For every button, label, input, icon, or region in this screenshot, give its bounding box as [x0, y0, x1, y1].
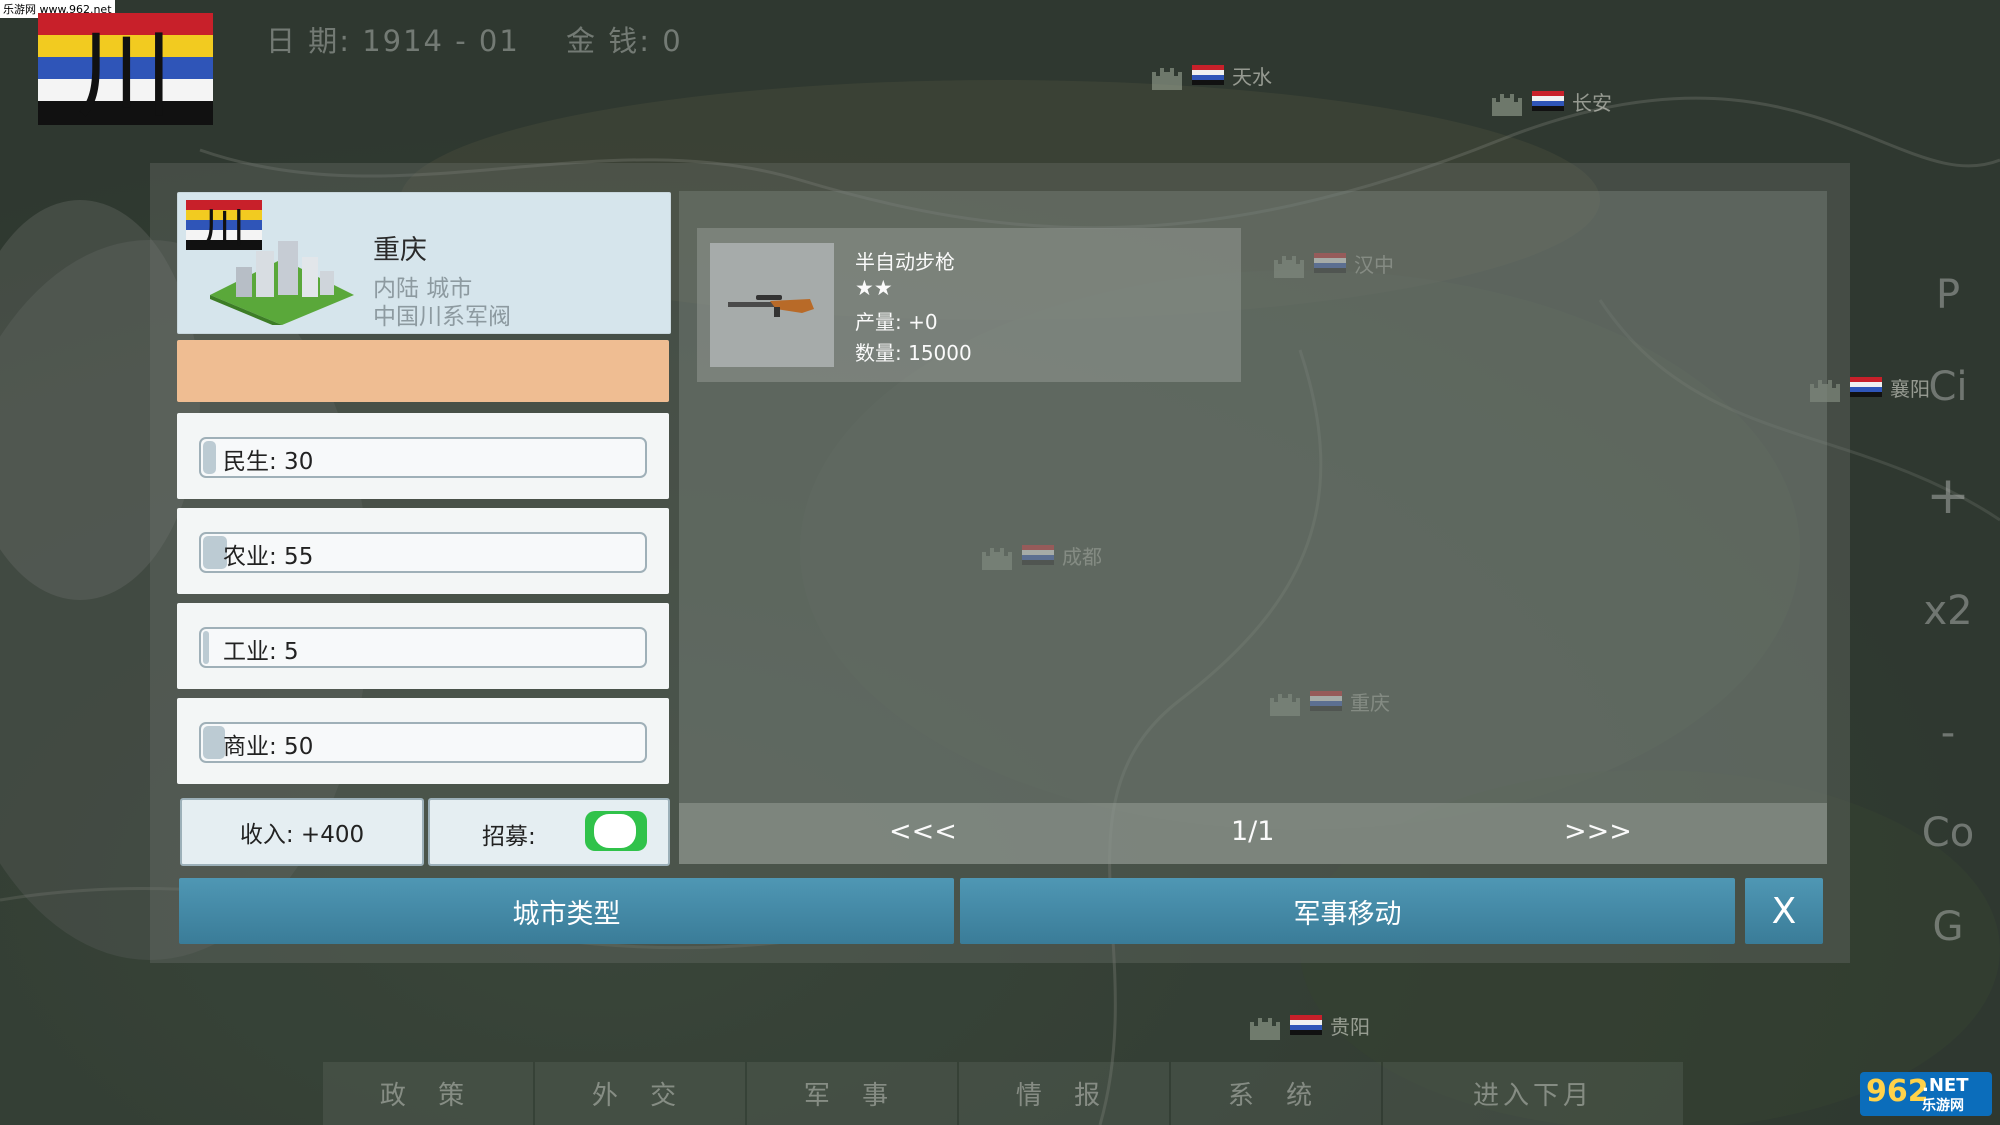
city-name-label: 长安 [1572, 90, 1612, 115]
map-control-co[interactable]: Co [1918, 810, 1978, 856]
map-control-g[interactable]: G [1918, 904, 1978, 950]
city-name: 重庆 [373, 235, 427, 266]
faction-flag-icon[interactable]: 川 [38, 13, 213, 125]
menu-military[interactable]: 军 事 [747, 1062, 957, 1125]
stat-box-industry: 工业: 5 [177, 603, 669, 689]
commerce-slider[interactable]: 商业: 50 [199, 722, 647, 763]
industry-label: 工业: 5 [223, 639, 299, 665]
stat-box-commerce: 商业: 50 [177, 698, 669, 784]
industry-slider[interactable]: 工业: 5 [199, 627, 647, 668]
menu-system[interactable]: 系 统 [1171, 1062, 1381, 1125]
stat-box-agriculture: 农业: 55 [177, 508, 669, 594]
income-display: 收入: +400 [180, 798, 424, 866]
rifle-icon [728, 295, 814, 317]
map-city-changan[interactable]: 长安 [1490, 86, 1612, 116]
map-city-tianshui[interactable]: 天水 [1150, 60, 1272, 90]
site-logo: 962 .NET 乐游网 [1860, 1072, 1992, 1116]
close-button[interactable]: X [1745, 878, 1823, 944]
faction-mini-flag-icon [1532, 91, 1564, 111]
unit-card[interactable]: 半自动步枪 ★★ 产量: +0 数量: 15000 [697, 228, 1241, 382]
logo-sub: 乐游网 [1922, 1098, 1964, 1114]
pager: <<< 1/1 >>> [679, 803, 1827, 864]
page-indicator: 1/1 [1231, 816, 1275, 847]
agriculture-label: 农业: 55 [223, 544, 314, 570]
logo-suffix: .NET [1922, 1075, 1969, 1096]
unit-quantity: 数量: 15000 [855, 341, 972, 365]
zoom-in-button[interactable]: + [1918, 466, 1978, 526]
next-month-button[interactable]: 进入下月 [1383, 1062, 1683, 1125]
faction-flag-char: 川 [77, 19, 173, 125]
military-move-button[interactable]: 军事移动 [960, 878, 1735, 944]
commerce-label: 商业: 50 [223, 734, 314, 760]
agriculture-slider[interactable]: 农业: 55 [199, 532, 647, 573]
unit-stars: ★★ [855, 276, 893, 300]
livelihood-label: 民生: 30 [223, 449, 314, 475]
date-display: 日 期: 1914 - 01 [266, 24, 520, 58]
menu-intelligence[interactable]: 情 报 [959, 1062, 1169, 1125]
faction-mini-flag-icon [1290, 1015, 1322, 1035]
city-status-bar [177, 340, 669, 402]
city-building-icon [210, 241, 354, 325]
toggle-knob [594, 814, 636, 848]
city-info-card: 川 重庆 内陆 城市 中国川系军阀 [177, 192, 671, 334]
castle-icon [1250, 1018, 1280, 1040]
speed-x2-button[interactable]: x2 [1918, 588, 1978, 634]
prev-page-button[interactable]: <<< [889, 816, 957, 847]
menu-policy[interactable]: 政 策 [323, 1062, 533, 1125]
recruit-label: 招募: [482, 824, 536, 850]
faction-mini-flag-icon [1850, 377, 1882, 397]
map-city-guiyang[interactable]: 贵阳 [1248, 1010, 1370, 1040]
castle-icon [1492, 94, 1522, 116]
castle-icon [1152, 68, 1182, 90]
zoom-out-button[interactable]: - [1918, 710, 1978, 756]
rifle-thumbnail [710, 243, 834, 367]
recruit-control: 招募: [428, 798, 670, 866]
money-display: 金 钱: 0 [566, 24, 683, 58]
slider-fill [203, 726, 225, 759]
next-page-button[interactable]: >>> [1564, 816, 1632, 847]
map-control-ci[interactable]: Ci [1918, 364, 1978, 410]
stat-box-livelihood: 民生: 30 [177, 413, 669, 499]
logo-number: 962 [1866, 1074, 1929, 1109]
livelihood-slider[interactable]: 民生: 30 [199, 437, 647, 478]
recruit-toggle[interactable] [585, 811, 647, 851]
unit-production: 产量: +0 [855, 310, 938, 334]
city-name-label: 天水 [1232, 64, 1272, 89]
slider-fill [203, 631, 209, 664]
slider-fill [203, 441, 217, 474]
faction-mini-flag-icon [1192, 65, 1224, 85]
city-type-button[interactable]: 城市类型 [179, 878, 954, 944]
city-name-label: 贵阳 [1330, 1014, 1370, 1039]
menu-diplomacy[interactable]: 外 交 [535, 1062, 745, 1125]
map-control-p[interactable]: P [1918, 272, 1978, 318]
city-owner: 中国川系军阀 [373, 304, 511, 330]
unit-name: 半自动步枪 [855, 250, 955, 274]
